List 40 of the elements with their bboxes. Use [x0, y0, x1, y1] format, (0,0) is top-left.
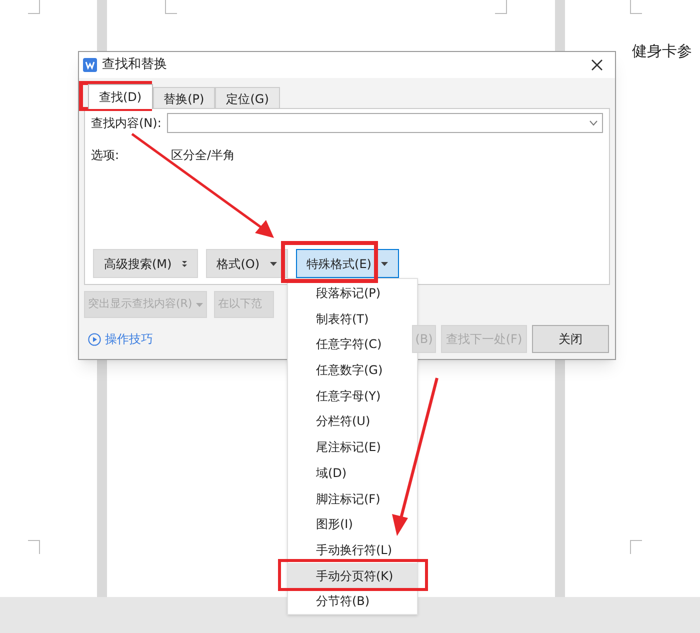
menu-item[interactable]: 段落标记(P) — [288, 284, 417, 302]
menu-item[interactable]: 图形(I) — [288, 515, 417, 534]
caret-icon — [381, 262, 388, 266]
menu-item[interactable]: 尾注标记(E) — [288, 438, 417, 456]
caret-icon — [196, 302, 204, 306]
corner-mark — [28, 0, 40, 14]
app-logo-icon — [83, 58, 97, 72]
menu-item[interactable]: 脚注标记(F) — [288, 490, 417, 508]
menu-item[interactable]: 手动换行符(L) — [288, 540, 417, 559]
double-caret-icon — [182, 260, 187, 268]
close-icon[interactable] — [591, 59, 603, 71]
window-title: 查找和替换 — [102, 56, 167, 74]
menu-item[interactable]: 制表符(T) — [288, 310, 417, 328]
options-label: 选项: — [91, 147, 120, 164]
dropdown-button[interactable]: 格式(O) — [206, 249, 288, 278]
menu-item[interactable]: 任意数字(G) — [288, 361, 417, 380]
menu-item[interactable]: 分栏符(U) — [288, 412, 417, 430]
tab[interactable]: 查找(D) — [88, 84, 153, 109]
corner-mark — [165, 0, 177, 14]
dialog-button[interactable]: 关闭 — [532, 325, 609, 353]
menu-item[interactable]: 任意字母(Y) — [288, 386, 417, 405]
menu-item[interactable]: 分节符(B) — [288, 592, 417, 610]
caret-icon — [270, 262, 277, 266]
options-value: 区分全/半角 — [171, 147, 236, 164]
find-label: 查找内容(N): — [91, 115, 162, 132]
find-combo-field[interactable] — [166, 113, 603, 133]
corner-mark — [495, 0, 507, 14]
document-text: 健身卡参 — [632, 41, 692, 62]
corner-mark — [630, 0, 642, 14]
dropdown-button[interactable]: 高级搜索(M) — [93, 249, 198, 278]
corner-mark — [630, 540, 642, 554]
chevron-down-icon — [589, 120, 598, 126]
menu-item[interactable]: 域(D) — [288, 464, 417, 482]
play-circle-icon — [88, 332, 101, 346]
menu-item[interactable]: 手动分页符(K) — [288, 562, 417, 589]
corner-mark — [28, 540, 40, 554]
tab[interactable]: 替换(P) — [152, 87, 216, 109]
tips-link[interactable]: 操作技巧 — [105, 330, 153, 348]
tab[interactable]: 定位(G) — [215, 87, 280, 109]
dropdown-button[interactable]: 特殊格式(E) — [296, 249, 400, 278]
